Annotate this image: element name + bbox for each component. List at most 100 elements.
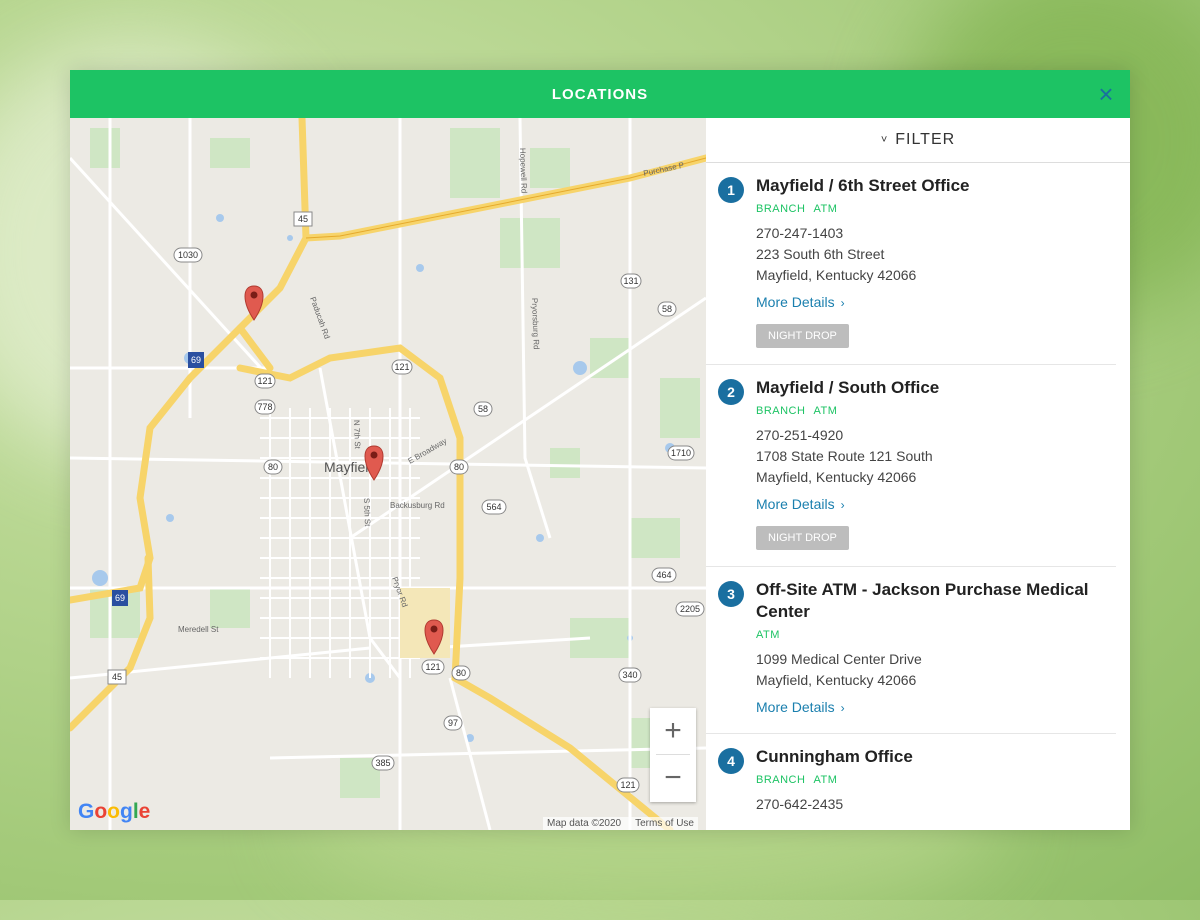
more-details-link[interactable]: More Details › (756, 294, 845, 310)
svg-text:131: 131 (623, 276, 638, 286)
google-logo-letter: e (138, 800, 151, 823)
google-logo-letter: o (107, 800, 120, 823)
zoom-control: + − (650, 708, 696, 802)
svg-text:45: 45 (112, 672, 122, 682)
location-name: Cunningham Office (756, 747, 913, 766)
location-tag: ATM (813, 405, 838, 417)
route-shield: 45 (293, 211, 313, 227)
svg-text:45: 45 (298, 214, 308, 224)
location-tags: BRANCH ATM (756, 405, 1100, 417)
terms-of-use-link[interactable]: Terms of Use (635, 818, 694, 829)
svg-text:1030: 1030 (178, 250, 198, 260)
route-shield: 2205 (675, 601, 705, 617)
more-details-label: More Details (756, 294, 835, 310)
location-name: Mayfield / South Office (756, 378, 940, 397)
map-footer: Map data ©2020 Terms of Use (543, 817, 698, 830)
route-shield: 58 (473, 401, 493, 417)
svg-text:80: 80 (268, 462, 278, 472)
route-shield: 121 (421, 659, 445, 675)
location-tag: ATM (813, 203, 838, 215)
road-label: Hopewell Rd (518, 148, 529, 194)
more-details-link[interactable]: More Details › (756, 699, 845, 715)
route-shield: 385 (371, 755, 395, 771)
location-list: 1 Mayfield / 6th Street Office BRANCH ATM 27… (706, 163, 1130, 830)
location-address-line2: Mayfield, Kentucky 42066 (756, 672, 917, 688)
route-shield: 97 (443, 715, 463, 731)
route-shield: 564 (481, 499, 507, 515)
chevron-right-icon: › (840, 296, 845, 310)
svg-text:58: 58 (478, 404, 488, 414)
svg-text:340: 340 (622, 670, 637, 680)
route-shield: 80 (449, 459, 469, 475)
location-item[interactable]: 3 Off-Site ATM - Jackson Purchase Medical… (706, 567, 1116, 734)
route-shield: 80 (451, 665, 471, 681)
google-logo-letter: o (94, 800, 108, 823)
google-logo-letter: g (120, 800, 133, 823)
chevron-right-icon: › (840, 701, 845, 715)
route-shield: 69 (188, 352, 204, 368)
road-label: Paducah Rd (308, 296, 332, 340)
road-label: Backusburg Rd (390, 501, 445, 510)
location-number-badge: 2 (718, 379, 744, 405)
zoom-out-button[interactable]: − (650, 755, 696, 801)
route-shield: 121 (616, 777, 640, 793)
route-shield: 45 (107, 669, 127, 685)
zoom-in-button[interactable]: + (650, 708, 696, 754)
modal-title: LOCATIONS (551, 85, 649, 103)
location-tag: ATM (756, 629, 780, 641)
night-drop-badge: NIGHT DROP (756, 324, 849, 348)
location-address-line1: 1099 Medical Center Drive (756, 651, 922, 667)
svg-text:2205: 2205 (680, 604, 700, 614)
night-drop-badge: NIGHT DROP (756, 526, 849, 550)
route-shield: 1030 (173, 247, 203, 263)
chevron-down-icon: ˅ (880, 134, 888, 146)
svg-text:121: 121 (257, 376, 272, 386)
location-tag: ATM (813, 774, 838, 786)
svg-text:564: 564 (486, 502, 501, 512)
route-shield: 69 (112, 590, 128, 606)
map-marker-1[interactable] (244, 285, 264, 321)
map[interactable]: 45 1030 131 58 121 121 778 69 58 80 80 1… (70, 118, 706, 830)
road-label: N 7th St (352, 420, 362, 450)
location-item[interactable]: 2 Mayfield / South Office BRANCH ATM 270-251… (706, 365, 1116, 567)
location-item[interactable]: 4 Cunningham Office BRANCH ATM 270-642-2435 (706, 734, 1116, 830)
road-label: Purchase P (643, 161, 685, 178)
location-address-line1: 1708 State Route 121 South (756, 448, 933, 464)
route-shield: 121 (391, 359, 413, 375)
route-shield: 131 (620, 273, 642, 289)
close-icon[interactable]: × (1094, 81, 1118, 107)
road-label: Pryorsburg Rd (530, 298, 541, 350)
svg-text:80: 80 (454, 462, 464, 472)
more-details-link[interactable]: More Details › (756, 496, 845, 512)
route-shield: 1710 (667, 445, 695, 461)
route-shield: 58 (657, 301, 677, 317)
location-item[interactable]: 1 Mayfield / 6th Street Office BRANCH ATM 27… (706, 163, 1116, 365)
route-shield: 340 (618, 667, 642, 683)
svg-text:778: 778 (257, 402, 272, 412)
location-number-badge: 4 (718, 748, 744, 774)
svg-text:69: 69 (115, 593, 125, 603)
svg-text:97: 97 (448, 718, 458, 728)
road-label: S 5th St (362, 498, 372, 528)
google-logo-letter: G (78, 800, 95, 823)
location-address-line2: Mayfield, Kentucky 42066 (756, 267, 917, 283)
filter-button[interactable]: ˅ FILTER (706, 118, 1130, 163)
location-phone[interactable]: 270-642-2435 (756, 794, 1100, 815)
filter-label: FILTER (895, 131, 956, 148)
road-label: Meredell St (178, 625, 219, 634)
svg-text:121: 121 (425, 662, 440, 672)
location-tags: BRANCH ATM (756, 203, 1100, 215)
map-canvas[interactable]: 45 1030 131 58 121 121 778 69 58 80 80 1… (70, 118, 706, 830)
more-details-label: More Details (756, 699, 835, 715)
locations-panel: ˅ FILTER 1 Mayfield / 6th Street Office BR… (706, 118, 1130, 830)
route-shield: 121 (254, 373, 276, 389)
location-tag: BRANCH (756, 203, 806, 215)
svg-text:121: 121 (620, 780, 635, 790)
chevron-right-icon: › (840, 498, 845, 512)
location-number-badge: 3 (718, 581, 744, 607)
location-phone[interactable]: 270-251-4920 (756, 425, 1100, 446)
location-phone[interactable]: 270-247-1403 (756, 223, 1100, 244)
location-name: Mayfield / 6th Street Office (756, 176, 970, 195)
svg-text:1710: 1710 (671, 448, 691, 458)
svg-text:58: 58 (662, 304, 672, 314)
